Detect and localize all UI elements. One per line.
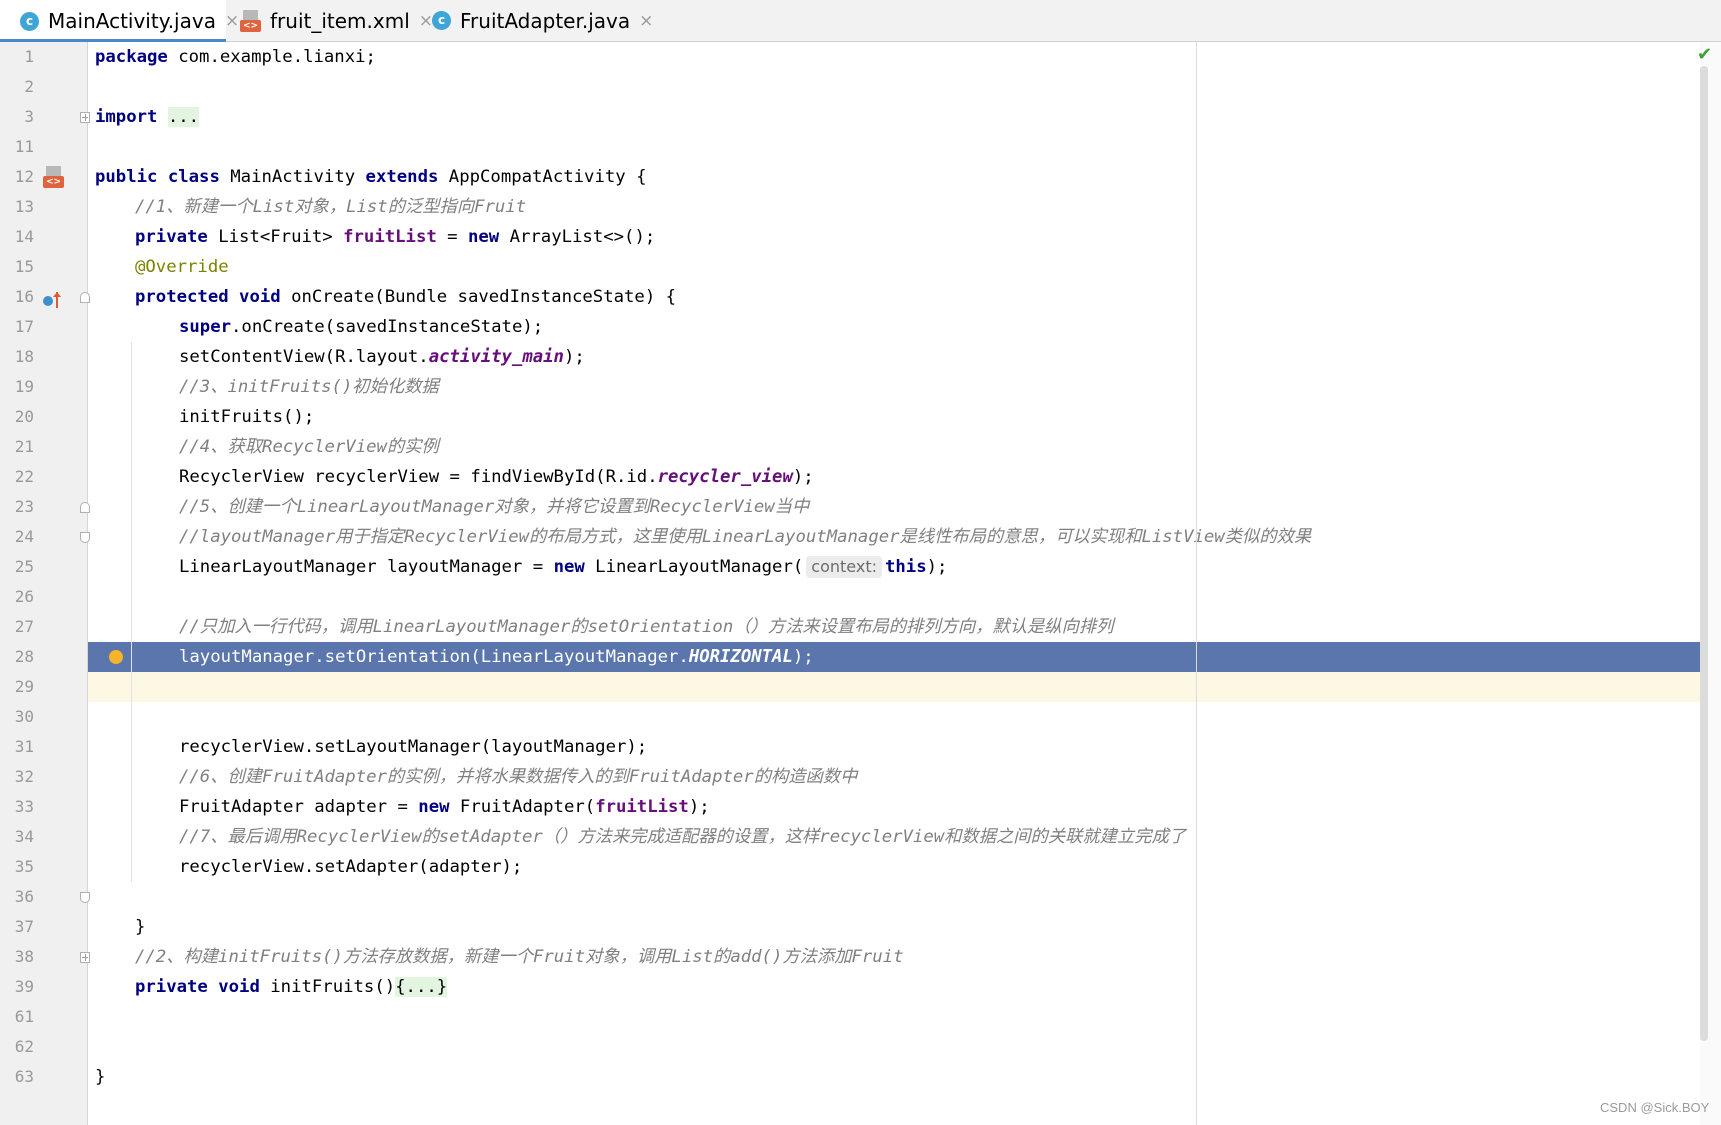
tab-fruit-adapter[interactable]: c FruitAdapter.java × [432,0,653,41]
xml-layout-icon: <> [240,9,261,32]
line-number: 17 [14,317,34,336]
no-problems-check-icon[interactable]: ✔ [1697,44,1712,65]
line-number: 23 [14,497,34,516]
line-number: 15 [14,257,34,276]
line-number: 39 [14,977,34,996]
code-comment: //2、构建initFruits()方法存放数据，新建一个Fruit对象，调用L… [135,947,904,967]
line-number: 16 [14,287,34,306]
line-number: 21 [14,437,34,456]
line-number: 34 [14,827,34,846]
code-line: setContentView(R.layout.activity_main); [179,347,585,367]
code-line-selected: layoutManager.setOrientation(LinearLayou… [179,647,814,667]
parameter-hint: context: [806,556,882,578]
code-line: recyclerView.setLayoutManager(layoutMana… [179,737,648,757]
line-number: 11 [14,137,34,156]
code-line: import ... [95,107,200,127]
caret-line [88,672,1700,702]
vertical-scrollbar[interactable] [1700,66,1708,1041]
line-number: 18 [14,347,34,366]
line-number: 2 [24,77,34,96]
line-number: 14 [14,227,34,246]
line-number: 24 [14,527,34,546]
layout-xml-gutter-icon[interactable]: <> [43,166,64,188]
code-line: private List<Fruit> fruitList = new Arra… [135,227,656,247]
code-line: LinearLayoutManager layoutManager = new … [179,556,948,578]
line-number: 30 [14,707,34,726]
code-comment: //6、创建FruitAdapter的实例，并将水果数据传入的到FruitAda… [179,767,858,787]
line-number: 32 [14,767,34,786]
code-comment: //7、最后调用RecyclerView的setAdapter（）方法来完成适配… [179,827,1187,847]
line-number: 29 [14,677,34,696]
breakpoint-icon[interactable] [109,650,123,664]
code-line: FruitAdapter adapter = new FruitAdapter(… [179,797,710,817]
code-line: RecyclerView recyclerView = findViewById… [179,467,814,487]
line-number: 20 [14,407,34,426]
line-number: 36 [14,887,34,906]
tab-label: FruitAdapter.java [460,8,631,33]
line-number: 33 [14,797,34,816]
tab-label: fruit_item.xml [270,8,410,33]
code-comment: //5、创建一个LinearLayoutManager对象，并将它设置到Recy… [179,497,810,517]
code-line: recyclerView.setAdapter(adapter); [179,857,523,877]
line-number: 3 [24,107,34,126]
code-editor[interactable]: package com.example.lianxi; import ... p… [88,42,1700,1125]
line-number: 19 [14,377,34,396]
code-comment: //4、获取RecyclerView的实例 [179,437,439,457]
close-icon[interactable]: × [639,11,653,31]
line-number: 37 [14,917,34,936]
folded-method-body[interactable]: {...} [395,977,448,997]
watermark: CSDN @Sick.BOY [1600,1100,1710,1115]
line-number-gutter[interactable]: 1 2 3 11 12 13 14 15 16 17 18 19 20 21 2… [0,42,90,1125]
code-line: package com.example.lianxi; [95,47,376,67]
indent-guide [131,342,132,882]
code-comment: //3、initFruits()初始化数据 [179,377,439,397]
line-number: 12 [14,167,34,186]
code-line: initFruits(); [179,407,315,427]
java-class-icon: c [432,11,451,30]
line-number: 26 [14,587,34,606]
close-icon[interactable]: × [225,11,239,31]
tab-main-activity[interactable]: c MainActivity.java × [0,0,239,42]
override-method-icon[interactable] [43,292,63,310]
line-number: 62 [14,1037,34,1056]
java-class-icon: c [20,11,39,31]
editor-tab-bar: c MainActivity.java × <> fruit_item.xml … [0,0,1721,42]
code-line: public class MainActivity extends AppCom… [95,167,647,187]
code-line: @Override [135,257,229,277]
tab-fruit-item-xml[interactable]: <> fruit_item.xml × [240,0,433,41]
line-number: 28 [14,647,34,666]
line-number: 13 [14,197,34,216]
code-line: } [135,917,146,937]
line-number: 63 [14,1067,34,1086]
tab-label: MainActivity.java [48,9,216,33]
code-line: protected void onCreate(Bundle savedInst… [135,287,677,307]
code-comment: //1、新建一个List对象，List的泛型指向Fruit [135,197,527,217]
code-line: super.onCreate(savedInstanceState); [179,317,544,337]
line-number: 31 [14,737,34,756]
close-icon[interactable]: × [419,11,433,31]
line-number: 25 [14,557,34,576]
line-number: 61 [14,1007,34,1026]
line-number: 27 [14,617,34,636]
line-number: 1 [24,47,34,66]
right-margin-guide [1196,42,1197,1125]
code-comment: //layoutManager用于指定RecyclerView的布局方式，这里使… [179,527,1312,547]
folded-imports[interactable]: ... [167,107,200,127]
code-comment: //只加入一行代码，调用LinearLayoutManager的setOrien… [179,617,1114,637]
line-number: 35 [14,857,34,876]
code-line: } [95,1067,106,1087]
line-number: 38 [14,947,34,966]
line-number: 22 [14,467,34,486]
code-line: private void initFruits(){...} [135,977,448,997]
